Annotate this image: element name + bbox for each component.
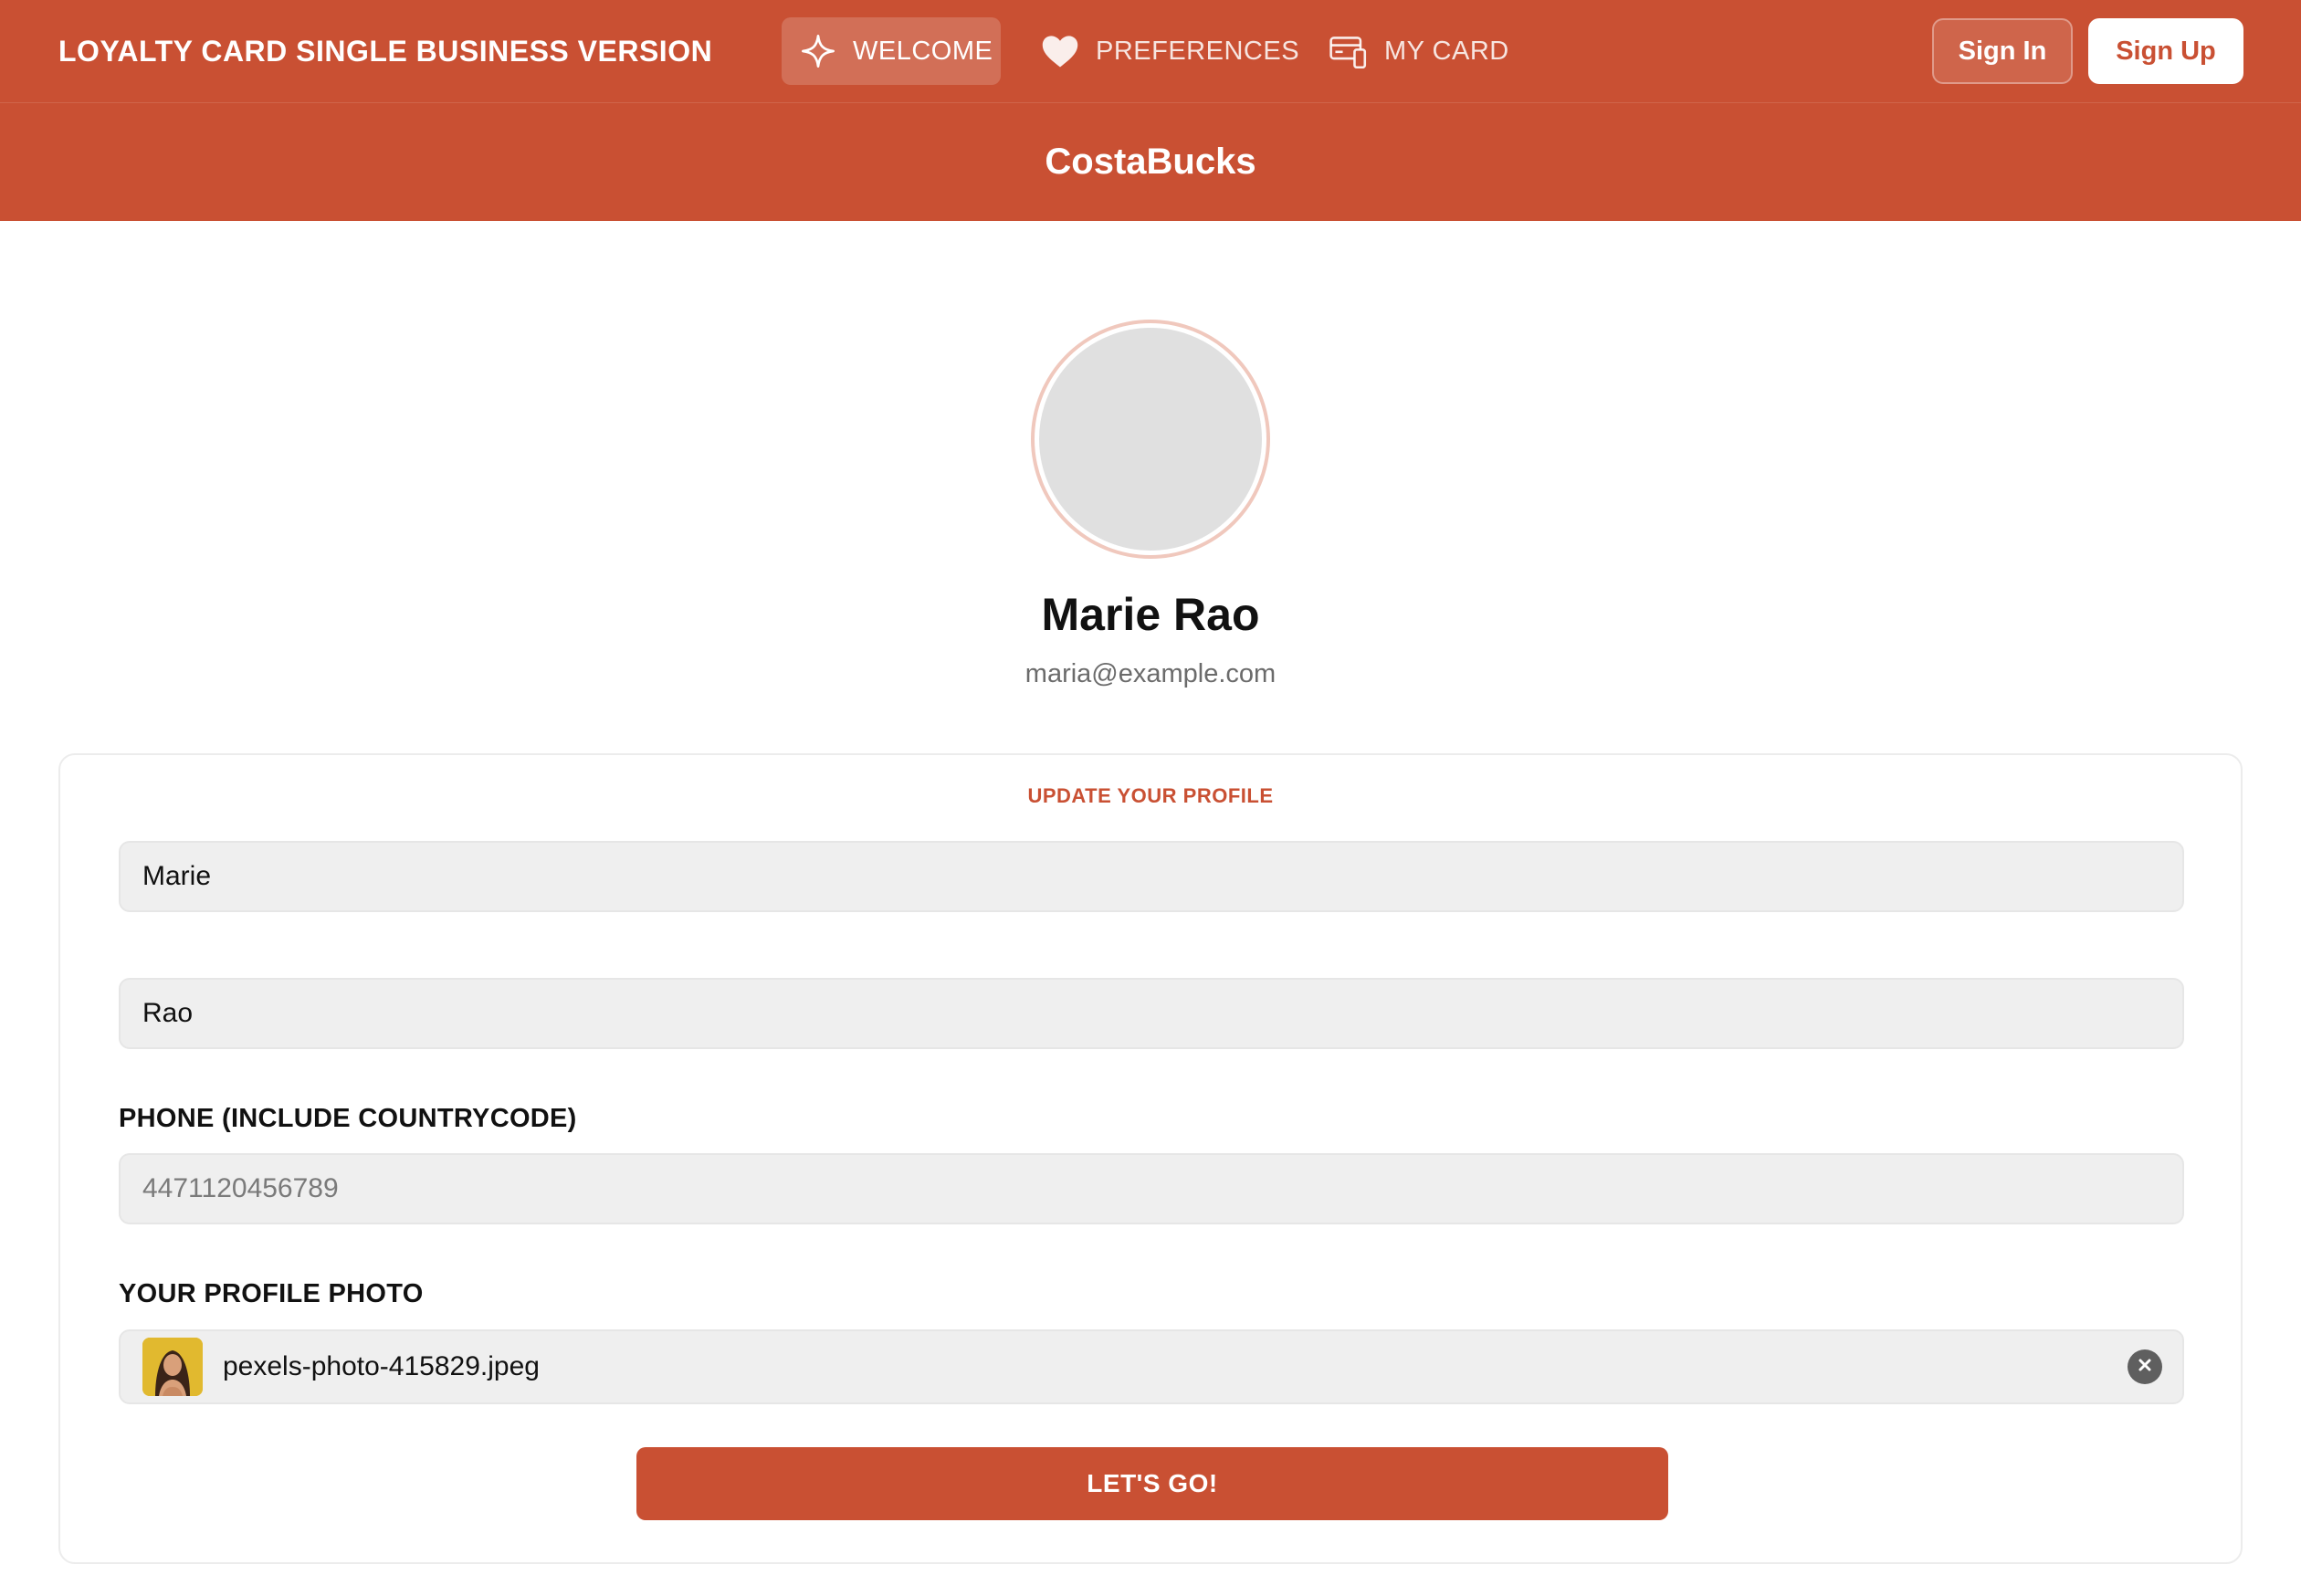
form-heading: UPDATE YOUR PROFILE [1027,784,1274,807]
nav-item-preferences[interactable]: PREFERENCES [1023,17,1318,85]
remove-file-button[interactable] [2128,1349,2162,1384]
profile-form-card: UPDATE YOUR PROFILE Marie Rao PHONE (INC… [58,753,2243,1564]
profile-photo-upload[interactable]: pexels-photo-415829.jpeg [119,1329,2184,1404]
business-name: CostaBucks [1045,142,1256,182]
phone-label: PHONE (INCLUDE COUNTRYCODE) [119,1104,577,1133]
nav-item-label: MY CARD [1384,36,1509,66]
sign-in-button[interactable]: Sign In [1932,18,2073,84]
sparkle-icon [800,33,836,69]
phone-input[interactable]: 4471120456789 [119,1153,2184,1224]
card-device-icon [1329,33,1368,69]
profile-name: Marie Rao [1041,589,1260,640]
profile-photo-label: YOUR PROFILE PHOTO [119,1279,424,1308]
last-name-input[interactable]: Rao [119,978,2184,1049]
nav-item-my-card[interactable]: MY CARD [1311,17,1528,85]
business-header: CostaBucks [0,103,2301,221]
close-icon [2138,1358,2152,1377]
top-navbar: LOYALTY CARD SINGLE BUSINESS VERSION WEL… [0,0,2301,103]
sign-up-button[interactable]: Sign Up [2088,18,2243,84]
submit-button[interactable]: LET'S GO! [636,1447,1668,1520]
first-name-input[interactable]: Marie [119,841,2184,912]
photo-thumbnail [142,1338,203,1396]
avatar [1035,323,1266,555]
photo-file-name: pexels-photo-415829.jpeg [223,1351,540,1381]
nav-item-label: PREFERENCES [1096,36,1300,66]
profile-email: maria@example.com [1024,659,1277,688]
nav-item-label: WELCOME [853,36,993,66]
nav-item-welcome[interactable]: WELCOME [782,17,1001,85]
heart-icon [1041,33,1079,69]
app-brand-title[interactable]: LOYALTY CARD SINGLE BUSINESS VERSION [58,0,712,103]
